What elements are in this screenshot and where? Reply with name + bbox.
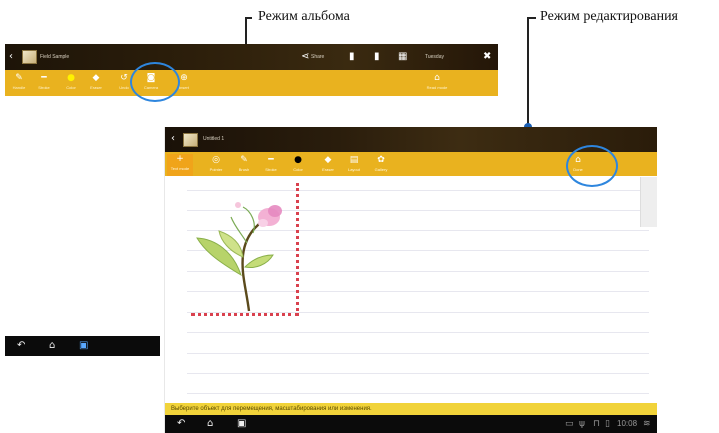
back-chevron-icon[interactable]: ‹ (171, 133, 175, 145)
status-hint-text: Выберите объект для перемещения, масштаб… (171, 406, 372, 412)
undo-icon: ↺ (120, 73, 128, 83)
edit-mode-callout: Режим редактирования (540, 9, 678, 24)
wifi-icon: ≋ (643, 419, 651, 429)
page-scrollbar[interactable] (640, 177, 657, 227)
album-system-bar: ↶ ⌂ ▣ (5, 336, 160, 356)
color-dot-icon: ● (294, 155, 302, 165)
battery-icon: ▯ (605, 419, 610, 429)
home-icon[interactable]: ⌂ (49, 340, 55, 352)
page-rule (187, 373, 649, 374)
notification-icon[interactable]: ▭ (565, 419, 574, 429)
insert-icon: ⊕ (180, 73, 188, 83)
share-label[interactable]: Share (311, 53, 324, 61)
stroke-icon: ━ (268, 155, 274, 165)
page-icon[interactable]: ▮ (349, 51, 355, 63)
grid-icon[interactable]: ▦ (398, 51, 407, 63)
back-icon[interactable]: ↶ (177, 418, 185, 430)
toolbar-item-read-mode[interactable]: ⌂ Read mode (423, 73, 451, 93)
toolbar-item-color[interactable]: ● Color (60, 73, 82, 93)
page-rule (187, 332, 649, 333)
gallery-icon: ✿ (377, 155, 385, 165)
toolbar-item-layout[interactable]: ▤ Layout (343, 155, 365, 175)
toolbar-item-handle[interactable]: ✎ Handle (8, 73, 30, 93)
edit-callout-line-v (527, 17, 529, 127)
notebook-thumbnail[interactable] (22, 50, 37, 64)
toolbar-item-gallery[interactable]: ✿ Gallery (370, 155, 392, 175)
album-notebook-title[interactable]: Field Sample (40, 53, 69, 61)
stroke-icon: ━ (41, 73, 47, 83)
album-highlight-ring (130, 62, 180, 102)
toolbar-item-pointer[interactable]: ◎ Pointer (205, 155, 227, 175)
eraser-icon: ◆ (324, 155, 332, 165)
home-icon[interactable]: ⌂ (207, 418, 213, 430)
toolbar-item-stroke[interactable]: ━ Stroke (33, 73, 55, 93)
plus-icon: + (176, 154, 184, 164)
edit-system-bar: ↶ ⌂ ▣ ▭ ψ ⊓ ▯ 10:08 ≋ (165, 415, 657, 433)
page-icon[interactable]: ▮ (374, 51, 380, 63)
back-chevron-icon[interactable]: ‹ (9, 51, 13, 63)
lock-icon: ⊓ (593, 419, 601, 429)
toolbar-item-color[interactable]: ● Color (287, 155, 309, 175)
layout-icon: ▤ (349, 155, 359, 165)
trash-icon[interactable]: ✖ (483, 51, 491, 63)
selection-border[interactable] (191, 183, 299, 316)
edit-notebook-title[interactable]: Untitled 1 (203, 135, 224, 143)
toolbar-item-eraser[interactable]: ◆ Eraser (317, 155, 339, 175)
notebook-thumbnail[interactable] (183, 133, 198, 147)
handle-icon: ✎ (15, 73, 23, 83)
page-rule (187, 393, 649, 394)
date-label: Tuesday (425, 54, 444, 60)
toolbar-item-stroke[interactable]: ━ Stroke (260, 155, 282, 175)
back-icon[interactable]: ↶ (17, 340, 25, 352)
edit-highlight-ring (566, 145, 618, 187)
usb-icon: ψ (579, 419, 585, 429)
brush-icon: ✎ (240, 155, 248, 165)
album-toolbar: ✎ Handle ━ Stroke ● Color ◆ Eraser ↺ Undo ◙ Ca… (5, 70, 498, 96)
toolbar-item-eraser[interactable]: ◆ Eraser (85, 73, 107, 93)
read-mode-icon: ⌂ (434, 73, 440, 83)
share-icon[interactable]: ⋖ (301, 51, 309, 63)
page-rule (187, 353, 649, 354)
color-dot-icon: ● (67, 73, 75, 83)
album-mode-callout: Режим альбома (258, 9, 350, 24)
clock: 10:08 (617, 419, 638, 428)
toolbar-item-brush[interactable]: ✎ Brush (233, 155, 255, 175)
pointer-icon: ◎ (212, 155, 220, 165)
recent-apps-icon[interactable]: ▣ (79, 340, 88, 352)
recent-apps-icon[interactable]: ▣ (237, 418, 246, 430)
eraser-icon: ◆ (92, 73, 100, 83)
toolbar-item-text-mode[interactable]: + Text mode (167, 154, 193, 176)
status-hint-bar: Выберите объект для перемещения, масштаб… (165, 403, 657, 415)
album-top-bar: ‹ Field Sample ⋖ Share ▮ ▮ ▦ Tuesday ✖ (5, 44, 498, 70)
